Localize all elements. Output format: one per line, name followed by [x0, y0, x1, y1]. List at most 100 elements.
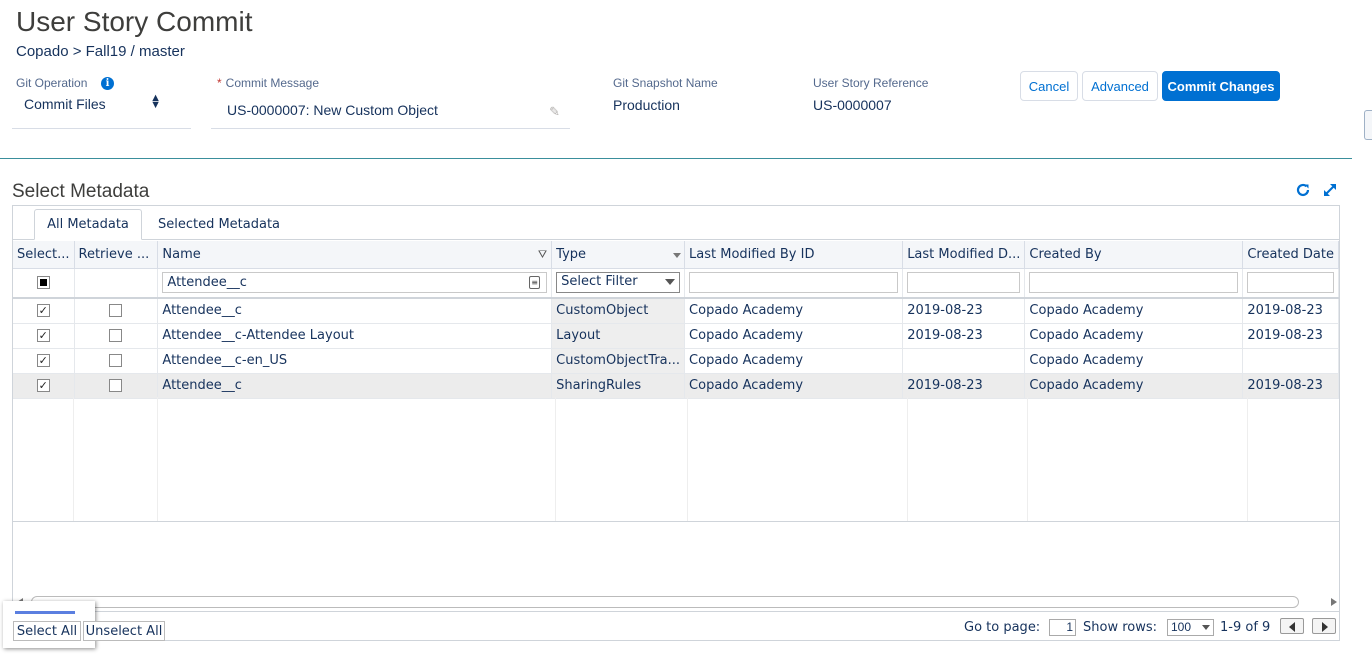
- git-snapshot-value: Production: [613, 97, 680, 113]
- section-title: Select Metadata: [12, 181, 150, 202]
- col-last-modified-date[interactable]: Last Modified D...: [902, 241, 1026, 269]
- header-row: Select... Retrieve ... Name ⛛ Type Last M…: [13, 241, 1339, 269]
- sort-arrow-icon[interactable]: [673, 253, 682, 258]
- show-rows-label: Show rows:: [1083, 620, 1158, 635]
- col-last-modified-by[interactable]: Last Modified By ID: [684, 241, 904, 269]
- row-retrieve-checkbox[interactable]: [109, 329, 123, 342]
- column-guide: [1027, 397, 1028, 522]
- row-modified-by: Copado Academy: [684, 373, 904, 399]
- next-page-button[interactable]: [1312, 618, 1336, 634]
- modified-by-filter-input[interactable]: [689, 272, 899, 294]
- row-select-checkbox[interactable]: ✓: [36, 354, 50, 367]
- row-select-checkbox[interactable]: ✓: [36, 304, 50, 318]
- breadcrumb: Copado > Fall19 / master: [16, 43, 185, 60]
- table-row[interactable]: ✓ Attendee__c-en_US CustomObjectTra... C…: [13, 348, 1339, 374]
- row-modified-by: Copado Academy: [684, 298, 904, 324]
- col-select[interactable]: Select...: [13, 241, 75, 269]
- column-guide: [907, 397, 908, 522]
- focus-bar: [15, 611, 75, 614]
- pencil-icon[interactable]: ✎: [549, 104, 560, 120]
- horizontal-scrollbar[interactable]: [17, 595, 1337, 610]
- table-row[interactable]: ✓ Attendee__c SharingRules Copado Academ…: [13, 373, 1339, 399]
- row-modified-by: Copado Academy: [684, 323, 904, 349]
- git-operation-select[interactable]: Commit Files ▲ ▼: [12, 92, 191, 129]
- name-filter-value: Attendee__c: [167, 275, 247, 291]
- grid-footer: Select All Unselect All Go to page: 1 Sh…: [3, 601, 1339, 648]
- advanced-button[interactable]: Advanced: [1082, 71, 1158, 101]
- row-retrieve-cell: [74, 323, 159, 349]
- tab-selected-metadata[interactable]: Selected Metadata: [150, 209, 288, 240]
- row-name: Attendee__c: [157, 298, 553, 324]
- unselect-all-button[interactable]: Unselect All: [83, 621, 165, 641]
- created-date-filter-input[interactable]: [1247, 272, 1334, 294]
- chevron-down-icon: [1202, 625, 1210, 630]
- row-retrieve-checkbox[interactable]: [109, 304, 123, 318]
- cancel-button[interactable]: Cancel: [1020, 71, 1078, 101]
- commit-message-value: US-0000007: New Custom Object: [227, 102, 438, 118]
- sort-arrows-icon: ▲ ▼: [150, 92, 161, 111]
- row-modified-date: 2019-08-23: [902, 373, 1026, 399]
- row-created-date: 2019-08-23: [1242, 323, 1339, 349]
- commit-message-label: * Commit Message: [217, 76, 319, 90]
- filter-modified-date-cell: [902, 268, 1026, 299]
- column-guide: [555, 397, 556, 522]
- git-operation-label: Git Operation: [16, 76, 88, 90]
- row-name: Attendee__c: [157, 373, 553, 399]
- chevron-right-icon: [1322, 622, 1328, 632]
- column-guide: [1247, 397, 1248, 522]
- column-guide: [73, 397, 74, 522]
- col-retrieve[interactable]: Retrieve ...: [74, 241, 159, 269]
- commit-message-input[interactable]: US-0000007: New Custom Object ✎: [211, 94, 570, 129]
- required-asterisk: *: [217, 76, 222, 90]
- row-retrieve-checkbox[interactable]: [109, 354, 123, 367]
- refresh-icon[interactable]: [1295, 182, 1311, 198]
- rows-select[interactable]: 100: [1167, 619, 1214, 636]
- type-filter-select[interactable]: Select Filter: [556, 272, 681, 294]
- scroll-right-icon[interactable]: [1331, 598, 1337, 606]
- modified-date-filter-input[interactable]: [907, 272, 1021, 294]
- info-icon[interactable]: i: [101, 77, 114, 90]
- side-panel-tab[interactable]: [1364, 110, 1372, 140]
- filter-type-cell: Select Filter: [551, 268, 686, 299]
- col-created-by[interactable]: Created By: [1024, 241, 1244, 269]
- row-modified-date: 2019-08-23: [902, 298, 1026, 324]
- chevron-left-icon: [1289, 622, 1295, 632]
- filter-retrieve-cell: [74, 268, 159, 299]
- expand-icon[interactable]: [1322, 182, 1338, 198]
- table-row[interactable]: ✓ Attendee__c-Attendee Layout Layout Cop…: [13, 323, 1339, 349]
- commit-changes-button[interactable]: Commit Changes: [1162, 71, 1280, 101]
- metadata-table: Select... Retrieve ... Name ⛛ Type Last M…: [13, 241, 1339, 399]
- prev-page-button[interactable]: [1280, 618, 1304, 634]
- col-created-date[interactable]: Created Date: [1242, 241, 1339, 269]
- scroll-thumb[interactable]: [31, 596, 1299, 608]
- column-guide: [157, 397, 158, 522]
- filter-icon[interactable]: ⛛: [538, 248, 547, 262]
- rows-select-value: 100: [1171, 620, 1192, 634]
- col-type[interactable]: Type: [551, 241, 686, 269]
- row-created-by: Copado Academy: [1024, 373, 1244, 399]
- page-input[interactable]: 1: [1049, 619, 1076, 636]
- table-row[interactable]: ✓ Attendee__c CustomObject Copado Academ…: [13, 298, 1339, 324]
- row-retrieve-cell: [74, 298, 159, 324]
- clear-icon[interactable]: ≡: [529, 276, 541, 290]
- col-name[interactable]: Name ⛛: [157, 241, 553, 269]
- row-select-checkbox[interactable]: ✓: [36, 379, 50, 392]
- tab-all-metadata[interactable]: All Metadata: [34, 209, 142, 240]
- row-select-cell: ✓: [13, 373, 75, 399]
- select-all-button[interactable]: Select All: [13, 621, 81, 641]
- git-operation-value: Commit Files: [24, 96, 106, 112]
- filter-created-by-cell: [1024, 268, 1244, 299]
- row-retrieve-cell: [74, 348, 159, 374]
- name-filter-input[interactable]: Attendee__c ≡: [162, 272, 548, 294]
- row-retrieve-checkbox[interactable]: [109, 379, 123, 392]
- filter-name-cell: Attendee__c ≡: [157, 268, 553, 299]
- row-created-date: [1242, 348, 1339, 374]
- select-all-checkbox[interactable]: [36, 276, 50, 290]
- row-type: CustomObject: [551, 298, 686, 324]
- created-by-filter-input[interactable]: [1029, 272, 1239, 294]
- row-name: Attendee__c-Attendee Layout: [157, 323, 553, 349]
- row-modified-date: 2019-08-23: [902, 323, 1026, 349]
- row-modified-by: Copado Academy: [684, 348, 904, 374]
- row-select-checkbox[interactable]: ✓: [36, 329, 50, 342]
- row-created-by: Copado Academy: [1024, 298, 1244, 324]
